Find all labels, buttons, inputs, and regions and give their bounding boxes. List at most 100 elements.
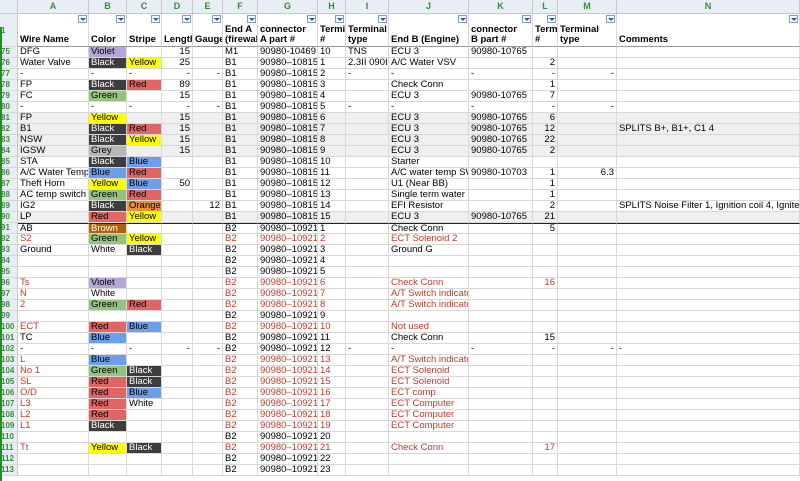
cell-comments[interactable]: [617, 388, 800, 399]
cell-length[interactable]: 15: [162, 113, 193, 124]
cell-terminal-b[interactable]: [533, 355, 558, 366]
cell-stripe[interactable]: Red: [127, 190, 162, 201]
cell-comments[interactable]: [617, 47, 800, 58]
cell-terminal-type-a[interactable]: [346, 201, 389, 212]
cell-terminal-type-a[interactable]: [346, 399, 389, 410]
cell-terminal-type-b[interactable]: [558, 443, 617, 454]
cell-connector-a-part[interactable]: 90980-10469: [258, 47, 318, 58]
cell-wire-name[interactable]: Ts: [18, 278, 89, 289]
cell-connector-a-part[interactable]: 90980–10921: [258, 432, 318, 443]
filter-dropdown-icon[interactable]: [247, 15, 256, 23]
cell-stripe[interactable]: [127, 465, 162, 476]
cell-terminal-type-b[interactable]: [558, 333, 617, 344]
row-header-92[interactable]: 92: [0, 234, 18, 245]
cell-connector-a-part[interactable]: 90980–10921: [258, 289, 318, 300]
cell-stripe[interactable]: Yellow: [127, 234, 162, 245]
cell-terminal-b[interactable]: [533, 454, 558, 465]
cell-color[interactable]: Blue: [89, 333, 127, 344]
cell-end-a[interactable]: B2: [223, 245, 258, 256]
cell-terminal-a[interactable]: 6: [318, 278, 346, 289]
cell-connector-b-part[interactable]: [469, 256, 533, 267]
cell-end-a[interactable]: B2: [223, 311, 258, 322]
cell-end-b[interactable]: ECU 3: [389, 91, 469, 102]
header-gauge[interactable]: Gauge: [193, 14, 223, 47]
filter-dropdown-icon[interactable]: [151, 15, 160, 23]
cell-end-b[interactable]: A/T Switch indicator: [389, 289, 469, 300]
row-header-107[interactable]: 107: [0, 399, 18, 410]
cell-gauge[interactable]: [193, 124, 223, 135]
row-header-80[interactable]: 80: [0, 102, 18, 113]
row-header-89[interactable]: 89: [0, 201, 18, 212]
cell-terminal-type-b[interactable]: [558, 113, 617, 124]
cell-color[interactable]: Black: [89, 80, 127, 91]
row-header-105[interactable]: 105: [0, 377, 18, 388]
cell-gauge[interactable]: [193, 267, 223, 278]
row-header-88[interactable]: 88: [0, 190, 18, 201]
cell-connector-a-part[interactable]: 90980–10815: [258, 168, 318, 179]
cell-length[interactable]: [162, 256, 193, 267]
cell-wire-name[interactable]: AB: [18, 223, 89, 234]
cell-color[interactable]: Black: [89, 157, 127, 168]
cell-gauge[interactable]: [193, 223, 223, 234]
cell-length[interactable]: [162, 454, 193, 465]
cell-length[interactable]: [162, 300, 193, 311]
cell-length[interactable]: [162, 190, 193, 201]
cell-comments[interactable]: [617, 91, 800, 102]
cell-terminal-a[interactable]: 10: [318, 47, 346, 58]
cell-terminal-a[interactable]: 8: [318, 135, 346, 146]
cell-wire-name[interactable]: N: [18, 289, 89, 300]
cell-stripe[interactable]: White: [127, 399, 162, 410]
cell-connector-b-part[interactable]: [469, 443, 533, 454]
cell-terminal-type-b[interactable]: [558, 465, 617, 476]
row-header-90[interactable]: 90: [0, 212, 18, 223]
cell-terminal-b[interactable]: [533, 157, 558, 168]
cell-wire-name[interactable]: [18, 267, 89, 278]
cell-length[interactable]: [162, 410, 193, 421]
cell-stripe[interactable]: -: [127, 69, 162, 80]
cell-wire-name[interactable]: Theft Horn: [18, 179, 89, 190]
cell-connector-a-part[interactable]: 90980–10921: [258, 245, 318, 256]
filter-dropdown-icon[interactable]: [458, 15, 467, 23]
cell-wire-name[interactable]: S2: [18, 234, 89, 245]
cell-end-a[interactable]: B1: [223, 69, 258, 80]
cell-gauge[interactable]: [193, 333, 223, 344]
cell-end-b[interactable]: [389, 256, 469, 267]
cell-terminal-b[interactable]: [533, 377, 558, 388]
cell-length[interactable]: -: [162, 69, 193, 80]
cell-connector-a-part[interactable]: 90980–10815: [258, 201, 318, 212]
cell-end-a[interactable]: B2: [223, 300, 258, 311]
cell-end-b[interactable]: ECT Computer: [389, 399, 469, 410]
cell-connector-a-part[interactable]: 90980–10815: [258, 179, 318, 190]
cell-terminal-a[interactable]: 4: [318, 91, 346, 102]
cell-comments[interactable]: [617, 135, 800, 146]
cell-connector-b-part[interactable]: [469, 157, 533, 168]
cell-terminal-type-a[interactable]: [346, 289, 389, 300]
cell-terminal-type-a[interactable]: [346, 245, 389, 256]
cell-color[interactable]: Violet: [89, 47, 127, 58]
cell-terminal-a[interactable]: 19: [318, 421, 346, 432]
cell-wire-name[interactable]: LP: [18, 212, 89, 223]
cell-end-b[interactable]: ECU 3: [389, 113, 469, 124]
cell-stripe[interactable]: [127, 267, 162, 278]
cell-connector-b-part[interactable]: [469, 333, 533, 344]
cell-terminal-type-b[interactable]: [558, 311, 617, 322]
cell-end-b[interactable]: ECU 3: [389, 135, 469, 146]
cell-end-b[interactable]: ECT Solenoid 2: [389, 234, 469, 245]
cell-terminal-b[interactable]: [533, 256, 558, 267]
cell-connector-b-part[interactable]: [469, 80, 533, 91]
cell-terminal-type-b[interactable]: [558, 322, 617, 333]
cell-comments[interactable]: [617, 256, 800, 267]
cell-terminal-a[interactable]: 9: [318, 146, 346, 157]
cell-terminal-a[interactable]: 20: [318, 432, 346, 443]
cell-connector-b-part[interactable]: [469, 454, 533, 465]
cell-gauge[interactable]: [193, 135, 223, 146]
cell-length[interactable]: [162, 355, 193, 366]
cell-gauge[interactable]: [193, 91, 223, 102]
cell-end-a[interactable]: B1: [223, 168, 258, 179]
cell-gauge[interactable]: [193, 80, 223, 91]
cell-comments[interactable]: [617, 113, 800, 124]
cell-gauge[interactable]: [193, 190, 223, 201]
row-header-102[interactable]: 102: [0, 344, 18, 355]
cell-connector-a-part[interactable]: 90980–10921: [258, 344, 318, 355]
cell-stripe[interactable]: [127, 289, 162, 300]
